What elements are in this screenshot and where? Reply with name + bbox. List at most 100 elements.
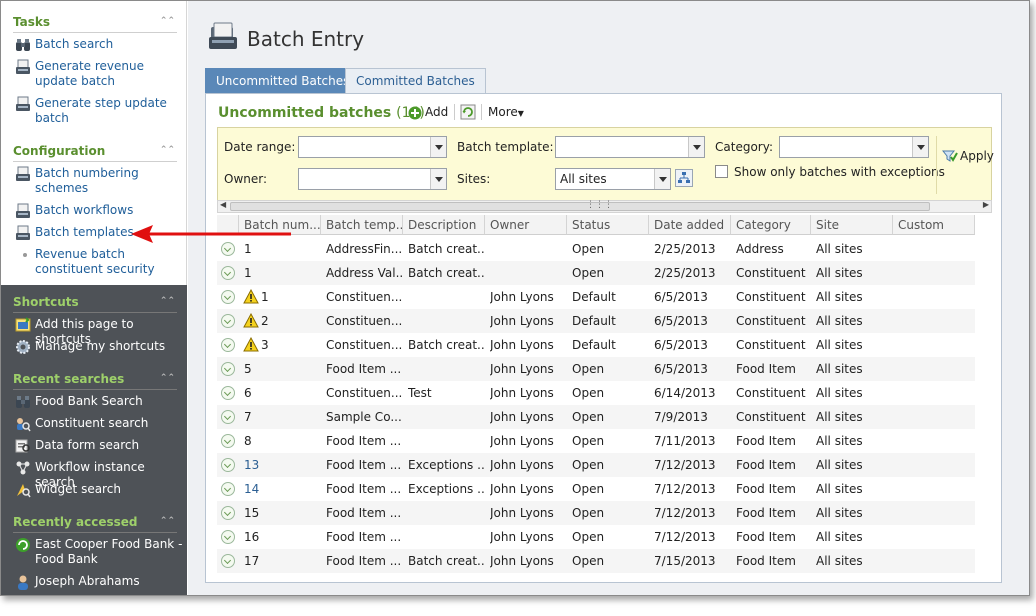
category-dropdown[interactable] [779,136,929,158]
cell-batch-number[interactable]: 14 [244,477,320,501]
recently-accessed-link-0[interactable]: East Cooper Food Bank - Food Bank [35,537,185,567]
configuration-header[interactable]: Configuration ⌃⌃ [13,144,177,162]
configuration-link-3[interactable]: Revenue batch constituent security [35,247,177,277]
expand-row-icon[interactable] [221,338,235,352]
person-icon [15,574,31,590]
chevron-down-icon[interactable] [430,169,446,189]
expand-row-icon[interactable] [221,266,235,280]
scroll-right-arrow-icon[interactable]: ▶ [983,200,989,209]
chevron-down-icon[interactable] [430,137,446,157]
application-window: Tasks ⌃⌃ Batch search Generate revenue up… [0,0,1030,596]
table-row[interactable]: 1 AddressFin... Batch creat... Open 2/25/201… [217,237,975,261]
cell-batch-number[interactable]: 13 [244,453,320,477]
scroll-left-arrow-icon[interactable]: ◀ [220,200,226,209]
chevron-down-icon[interactable] [688,137,704,157]
left-navigation: Tasks ⌃⌃ Batch search Generate revenue up… [1,1,187,595]
recent-searches-header[interactable]: Recent searches ⌃⌃ [13,372,177,390]
tasks-header[interactable]: Tasks ⌃⌃ [13,15,177,33]
expand-row-icon[interactable] [221,434,235,448]
expand-row-icon[interactable] [221,386,235,400]
table-row[interactable]: 13 Food Item ... Exceptions ... John Lyons O… [217,453,975,477]
table-row[interactable]: 7 Sample Co... John Lyons Open 7/9/2013 Const… [217,405,975,429]
column-header-batch-template[interactable]: Batch temp... [321,215,403,235]
column-header-description[interactable]: Description [403,215,485,235]
expand-row-icon[interactable] [221,314,235,328]
table-row[interactable]: 14 Food Item ... Exceptions ... John Lyons O… [217,477,975,501]
expand-row-icon[interactable] [221,458,235,472]
owner-dropdown[interactable] [298,168,447,190]
uncommitted-batches-panel: Uncommitted batches (14) Add More▼ [205,93,1002,583]
cell-category: Constituent [736,386,806,400]
column-header-status[interactable]: Status [567,215,649,235]
column-header-category[interactable]: Category [731,215,811,235]
tab-uncommitted-batches[interactable]: Uncommitted Batches [205,68,361,94]
scrollbar-thumb[interactable]: ⋮⋮⋮ [230,200,930,211]
collapse-icon[interactable]: ⌃⌃ [160,145,175,155]
column-header-custom[interactable]: Custom [893,215,975,235]
table-row[interactable]: 3 Constituen... Batch creat... John Lyons De… [217,333,975,357]
cell-site: All sites [816,242,863,256]
cell-status: Default [572,314,616,328]
expand-row-icon[interactable] [221,362,235,376]
configuration-link-0[interactable]: Batch numbering schemes [35,166,177,196]
more-menu-button[interactable]: More▼ [488,105,524,119]
cell-status: Default [572,290,616,304]
recent-search-link-1[interactable]: Constituent search [35,416,185,431]
expand-row-icon[interactable] [221,506,235,520]
expand-row-icon[interactable] [221,482,235,496]
table-row[interactable]: 8 Food Item ... John Lyons Open 7/11/2013 Foo… [217,429,975,453]
column-header-site[interactable]: Site [811,215,893,235]
site-hierarchy-icon[interactable] [675,169,693,187]
table-row[interactable]: 16 Food Item ... John Lyons Open 7/12/2013 Fo… [217,525,975,549]
table-row[interactable]: 2 Constituen... John Lyons Default 6/5/2013 C… [217,309,975,333]
tab-committed-batches[interactable]: Committed Batches [345,68,486,94]
table-row[interactable]: 6 Constituen... Test John Lyons Open 6/14/201… [217,381,975,405]
tasks-link-2[interactable]: Generate step update batch [35,96,177,126]
collapse-icon[interactable]: ⌃⌃ [160,296,175,306]
apply-button[interactable]: Apply [934,148,994,168]
table-row[interactable]: 15 Food Item ... John Lyons Open 7/12/2013 Fo… [217,501,975,525]
date-range-dropdown[interactable] [298,136,447,158]
horizontal-scrollbar[interactable]: ◀ ⋮⋮⋮ ▶ [217,200,992,213]
batch-template-dropdown[interactable] [555,136,705,158]
expand-row-icon[interactable] [221,530,235,544]
column-header-date-added[interactable]: Date added [649,215,731,235]
expand-row-icon[interactable] [221,290,235,304]
recent-search-link-4[interactable]: Widget search [35,482,185,497]
table-row[interactable]: 17 Food Item ... Batch creat... John Lyons O… [217,549,975,573]
table-row[interactable]: 1 Constituen... John Lyons Default 6/5/2013 C… [217,285,975,309]
shortcuts-header[interactable]: Shortcuts ⌃⌃ [13,295,177,313]
recent-search-link-2[interactable]: Data form search [35,438,185,453]
table-row[interactable]: 5 Food Item ... John Lyons Open 6/5/2013 Food… [217,357,975,381]
tasks-link-1[interactable]: Generate revenue update batch [35,59,177,89]
shortcuts-link-1[interactable]: Manage my shortcuts [35,339,185,354]
recently-accessed-link-1[interactable]: Joseph Abrahams [35,574,185,589]
recently-accessed-header[interactable]: Recently accessed ⌃⌃ [13,515,177,533]
tasks-title: Tasks [13,15,51,29]
tasks-link-0[interactable]: Batch search [35,37,177,52]
cell-status: Open [572,458,605,472]
cell-owner: John Lyons [490,410,554,424]
refresh-icon[interactable] [460,104,476,120]
column-header-owner[interactable]: Owner [485,215,567,235]
table-row[interactable]: 1 Address Val... Batch creat... Open 2/25/20… [217,261,975,285]
cell-batch-template: Food Item ... [326,482,402,496]
chevron-down-icon[interactable] [912,137,928,157]
sites-dropdown[interactable]: All sites [555,168,671,190]
configuration-link-1[interactable]: Batch workflows [35,203,177,218]
cell-date-added: 7/12/2013 [654,506,716,520]
collapse-icon[interactable]: ⌃⌃ [160,516,175,526]
cell-date-added: 7/11/2013 [654,434,716,448]
exceptions-checkbox[interactable] [715,165,728,178]
people-search-icon [15,416,31,432]
expand-row-icon[interactable] [221,554,235,568]
cell-category: Food Item [736,554,796,568]
collapse-icon[interactable]: ⌃⌃ [160,16,175,26]
cell-batch-number: 15 [244,506,260,520]
recent-search-link-0[interactable]: Food Bank Search [35,394,185,409]
cell-description [408,285,484,309]
cell-site: All sites [816,338,863,352]
chevron-down-icon[interactable] [654,169,670,189]
expand-row-icon[interactable] [221,410,235,424]
collapse-icon[interactable]: ⌃⌃ [160,373,175,383]
